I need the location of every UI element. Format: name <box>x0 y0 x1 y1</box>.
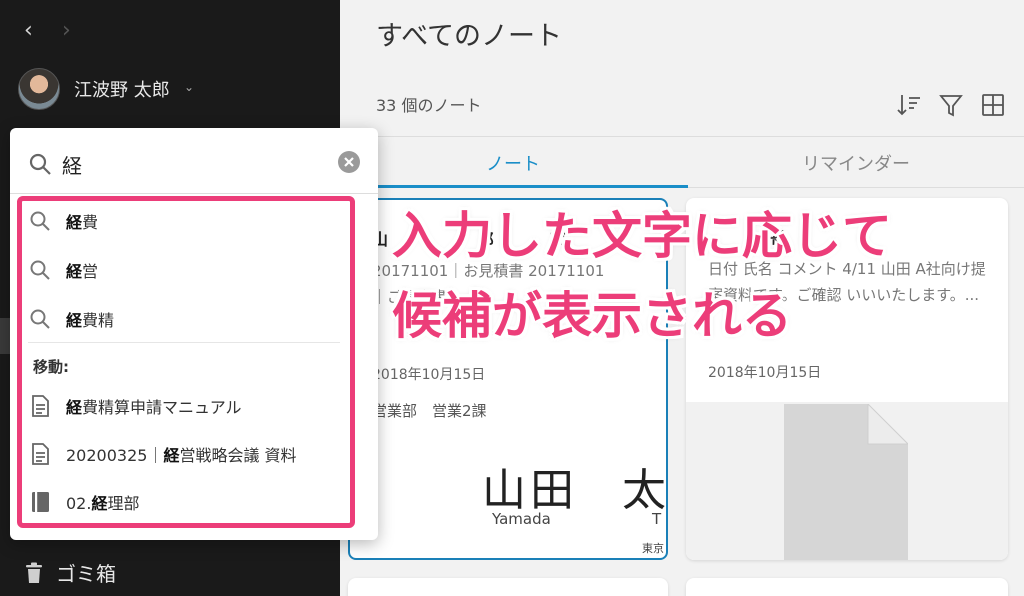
clear-search-button[interactable] <box>338 151 360 173</box>
note-count: 33 個のノート <box>376 96 482 115</box>
forward-arrow-icon[interactable]: › <box>62 18 71 44</box>
note-card[interactable] <box>686 578 1008 596</box>
tab-reminders[interactable]: リマインダー <box>802 150 910 176</box>
note-card[interactable] <box>348 578 668 596</box>
avatar[interactable] <box>18 68 60 110</box>
note-date: 2018年10月15日 <box>708 365 822 381</box>
note-date: 2018年10月15日 <box>372 367 486 383</box>
divider <box>340 136 1024 137</box>
annotation-text: 入力した文字に応じて 候補が表示される <box>392 207 892 345</box>
business-card-department: 営業部 営業2課 <box>372 402 487 420</box>
sidebar-item-trash[interactable]: ゴミ箱 <box>24 558 116 587</box>
business-card-romaji-surname: Yamada <box>492 510 551 528</box>
divider <box>10 193 378 194</box>
annotation-highlight-box <box>17 196 355 528</box>
tab-notes[interactable]: ノート <box>486 150 540 176</box>
user-name[interactable]: 江波野 太郎 <box>74 76 170 102</box>
business-card-romaji-given: T <box>652 510 662 528</box>
search-icon <box>29 153 51 175</box>
search-input[interactable]: 経 <box>62 150 82 179</box>
note-thumbnail <box>686 402 1008 560</box>
filter-button[interactable] <box>938 92 964 118</box>
active-tab-indicator <box>348 185 688 188</box>
business-card-address: 東京 <box>642 542 664 555</box>
close-icon <box>344 157 354 167</box>
back-arrow-icon[interactable]: ‹ <box>24 18 33 44</box>
document-icon <box>784 404 908 560</box>
page-title: すべてのノート <box>376 21 563 52</box>
filter-icon <box>939 95 963 117</box>
sort-icon <box>897 95 920 116</box>
trash-icon <box>26 562 42 583</box>
view-toggle-button[interactable] <box>980 92 1006 118</box>
business-card-surname: 山田 <box>482 465 578 516</box>
business-card-given-name: 太 <box>622 465 666 516</box>
chevron-down-icon[interactable]: ⌄ <box>184 80 194 94</box>
sort-button[interactable] <box>896 92 922 118</box>
sidebar-item-label: ゴミ箱 <box>56 562 116 586</box>
grid-icon <box>982 94 1004 116</box>
